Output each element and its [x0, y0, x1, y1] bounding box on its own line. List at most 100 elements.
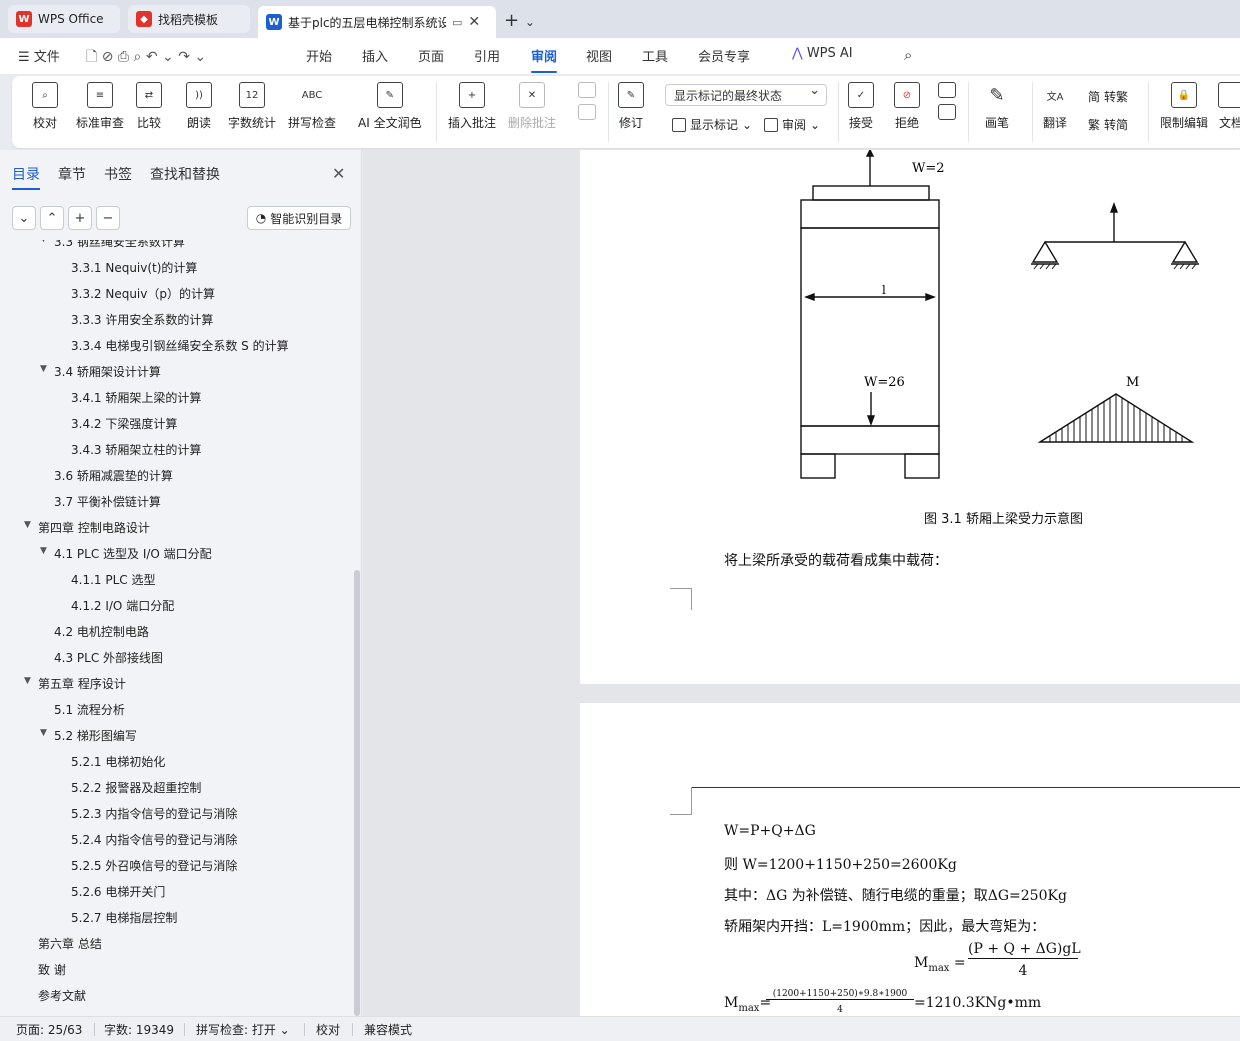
toc-item[interactable]: 5.2.3 内指令信号的登记与消除: [0, 802, 352, 824]
toc-item[interactable]: 5.2.2 报警器及超重控制: [0, 776, 352, 798]
toc-item[interactable]: 4.1.1 PLC 选型: [0, 568, 352, 590]
toc-item[interactable]: 5.2.5 外召唤信号的登记与消除: [0, 854, 352, 876]
toc-item[interactable]: 3.6 轿厢减震垫的计算: [0, 464, 352, 486]
reject-button[interactable]: ⊘ 拒绝: [894, 82, 920, 131]
toc-item-label: 3.4.1 轿厢架上梁的计算: [71, 391, 202, 405]
toc-item[interactable]: 参考文献: [0, 984, 352, 1006]
toc-item[interactable]: 4.2 电机控制电路: [0, 620, 352, 642]
tab-label: 基于plc的五层电梯控制系统设: [288, 15, 446, 30]
expand-triangle-icon[interactable]: ▼: [24, 520, 31, 530]
spell-check-indicator[interactable]: 拼写检查: 打开 ⌄: [196, 1021, 290, 1038]
toc-item[interactable]: 致 谢: [0, 958, 352, 980]
add-heading-button[interactable]: +: [68, 206, 92, 230]
restrict-edit-icon: 🔒: [1171, 82, 1197, 108]
toc-item[interactable]: 3.4.3 轿厢架立柱的计算: [0, 438, 352, 460]
page-indicator[interactable]: 页面: 25/63: [16, 1021, 82, 1038]
quick-access-icons[interactable]: 🗋 ⊘ ⎙ ⌕ ↶ ⌄ ↷ ⌄: [86, 46, 206, 70]
tab-templates[interactable]: ◆ 找稻壳模板: [128, 5, 250, 33]
prev-change-button[interactable]: [938, 82, 956, 126]
tab-wps-office[interactable]: W WPS Office: [8, 5, 120, 33]
toc-item[interactable]: 3.4.2 下梁强度计算: [0, 412, 352, 434]
toc-item[interactable]: 第六章 总结: [0, 932, 352, 954]
word-count-button[interactable]: 12 字数统计: [228, 82, 276, 131]
toc-item[interactable]: 5.2.7 电梯指层控制: [0, 906, 352, 928]
menu-review[interactable]: 审阅: [531, 46, 558, 73]
tab-document[interactable]: W 基于plc的五层电梯控制系统设 ▭ ✕: [258, 6, 496, 38]
proofread-button[interactable]: ⌕ 校对: [32, 82, 58, 131]
toc-item[interactable]: 4.3 PLC 外部接线图: [0, 646, 352, 668]
toc-item[interactable]: 5.1 流程分析: [0, 698, 352, 720]
expand-button[interactable]: ⌃: [40, 206, 64, 230]
restrict-edit-button[interactable]: 🔒 限制编辑: [1160, 82, 1208, 131]
menu-wps-ai[interactable]: ⋀ WPS AI: [792, 46, 853, 61]
toc-item[interactable]: 3.3.2 Nequiv（p）的计算: [0, 282, 352, 304]
toc-item[interactable]: 3.3.4 电梯曳引钢丝绳安全系数 S 的计算: [0, 334, 352, 356]
toc-item[interactable]: 4.1 PLC 选型及 I/O 端口分配 ▼: [0, 542, 352, 564]
delete-comment-button[interactable]: ✕ 删除批注: [508, 82, 556, 131]
ai-polish-button[interactable]: ✎ AI 全文润色: [358, 82, 422, 131]
toc-item[interactable]: 3.3.3 许用安全系数的计算: [0, 308, 352, 330]
spell-check-button[interactable]: ABC 拼写检查: [288, 82, 336, 131]
toc-item[interactable]: 3.4 轿厢架设计计算 ▼: [0, 360, 352, 382]
accept-button[interactable]: ✓ 接受: [848, 82, 874, 131]
nav-tab-toc[interactable]: 目录: [12, 164, 40, 190]
search-icon[interactable]: ⌕: [904, 46, 912, 64]
accept-icon: ✓: [848, 82, 874, 108]
pen-button[interactable]: ✎ 画笔: [984, 82, 1010, 131]
toc-item[interactable]: 第五章 程序设计 ▼: [0, 672, 352, 694]
proofread-indicator[interactable]: 校对: [316, 1021, 340, 1038]
nav-tab-find-replace[interactable]: 查找和替换: [150, 164, 220, 184]
toc-item[interactable]: 4.1.2 I/O 端口分配: [0, 594, 352, 616]
to-traditional-button[interactable]: 简转繁: [1088, 88, 1128, 105]
menu-member[interactable]: 会员专享: [698, 46, 750, 65]
toc-item[interactable]: 3.3 钢丝绳安全系数计算 ▼: [0, 240, 352, 252]
collapse-button[interactable]: ⌄: [12, 206, 36, 230]
menu-view[interactable]: 视图: [586, 46, 612, 65]
read-aloud-button[interactable]: )) 朗读: [186, 82, 212, 131]
toc-item[interactable]: 3.7 平衡补偿链计算: [0, 490, 352, 512]
show-markup-button[interactable]: 显示标记 ⌄: [672, 116, 752, 133]
toc-item[interactable]: 5.2.6 电梯开关门: [0, 880, 352, 902]
document-more-button[interactable]: 文档: [1218, 82, 1240, 131]
toc-item-label: 第五章 程序设计: [38, 677, 126, 691]
read-aloud-label: 朗读: [186, 116, 211, 130]
track-changes-button[interactable]: ✎ 修订: [618, 82, 644, 131]
remove-heading-button[interactable]: −: [96, 206, 120, 230]
compare-button[interactable]: ⇄ 比较: [136, 82, 162, 131]
smart-toc-button[interactable]: ◔ 智能识别目录: [247, 206, 351, 230]
toc-item[interactable]: 3.4.1 轿厢架上梁的计算: [0, 386, 352, 408]
markup-state-select[interactable]: 显示标记的最终状态: [665, 83, 827, 106]
word-count-icon: 12: [239, 82, 265, 108]
toc-scrollbar[interactable]: [354, 570, 360, 1016]
prev-comment-button[interactable]: [578, 82, 596, 126]
toc-item[interactable]: 3.3.1 Nequiv(t)的计算: [0, 256, 352, 278]
nav-tab-bookmarks[interactable]: 书签: [104, 164, 132, 184]
nav-tab-sections[interactable]: 章节: [58, 164, 86, 184]
menu-insert[interactable]: 插入: [362, 46, 388, 65]
close-icon[interactable]: ✕: [468, 14, 480, 30]
menu-tools[interactable]: 工具: [642, 46, 668, 65]
toc-item[interactable]: 5.2.4 内指令信号的登记与消除: [0, 828, 352, 850]
toc-item[interactable]: 第四章 控制电路设计 ▼: [0, 516, 352, 538]
expand-triangle-icon[interactable]: ▼: [40, 240, 47, 244]
close-icon[interactable]: ✕: [332, 164, 345, 183]
standard-review-button[interactable]: ≡ 标准审查: [76, 82, 124, 131]
review-pane-button[interactable]: 审阅 ⌄: [764, 116, 820, 133]
file-menu[interactable]: ☰ 文件: [18, 46, 60, 65]
toc-item[interactable]: 5.2 梯形图编写 ▼: [0, 724, 352, 746]
menu-home[interactable]: 开始: [306, 46, 332, 65]
menu-references[interactable]: 引用: [474, 46, 500, 65]
translate-button[interactable]: 文A 翻译: [1042, 82, 1068, 131]
expand-triangle-icon[interactable]: ▼: [24, 676, 31, 686]
insert-comment-button[interactable]: + 插入批注: [448, 82, 496, 131]
toc-item[interactable]: 5.2.1 电梯初始化: [0, 750, 352, 772]
expand-triangle-icon[interactable]: ▼: [40, 728, 47, 738]
to-simplified-button[interactable]: 繁转简: [1088, 116, 1128, 133]
expand-triangle-icon[interactable]: ▼: [40, 364, 47, 374]
to-simplified-label: 转简: [1104, 118, 1129, 132]
menu-page[interactable]: 页面: [418, 46, 444, 65]
new-tab-button[interactable]: + ⌄: [504, 10, 535, 31]
chevron-down-icon[interactable]: ⌄: [525, 15, 535, 29]
word-count-indicator[interactable]: 字数: 19349: [104, 1021, 174, 1038]
expand-triangle-icon[interactable]: ▼: [40, 546, 47, 556]
